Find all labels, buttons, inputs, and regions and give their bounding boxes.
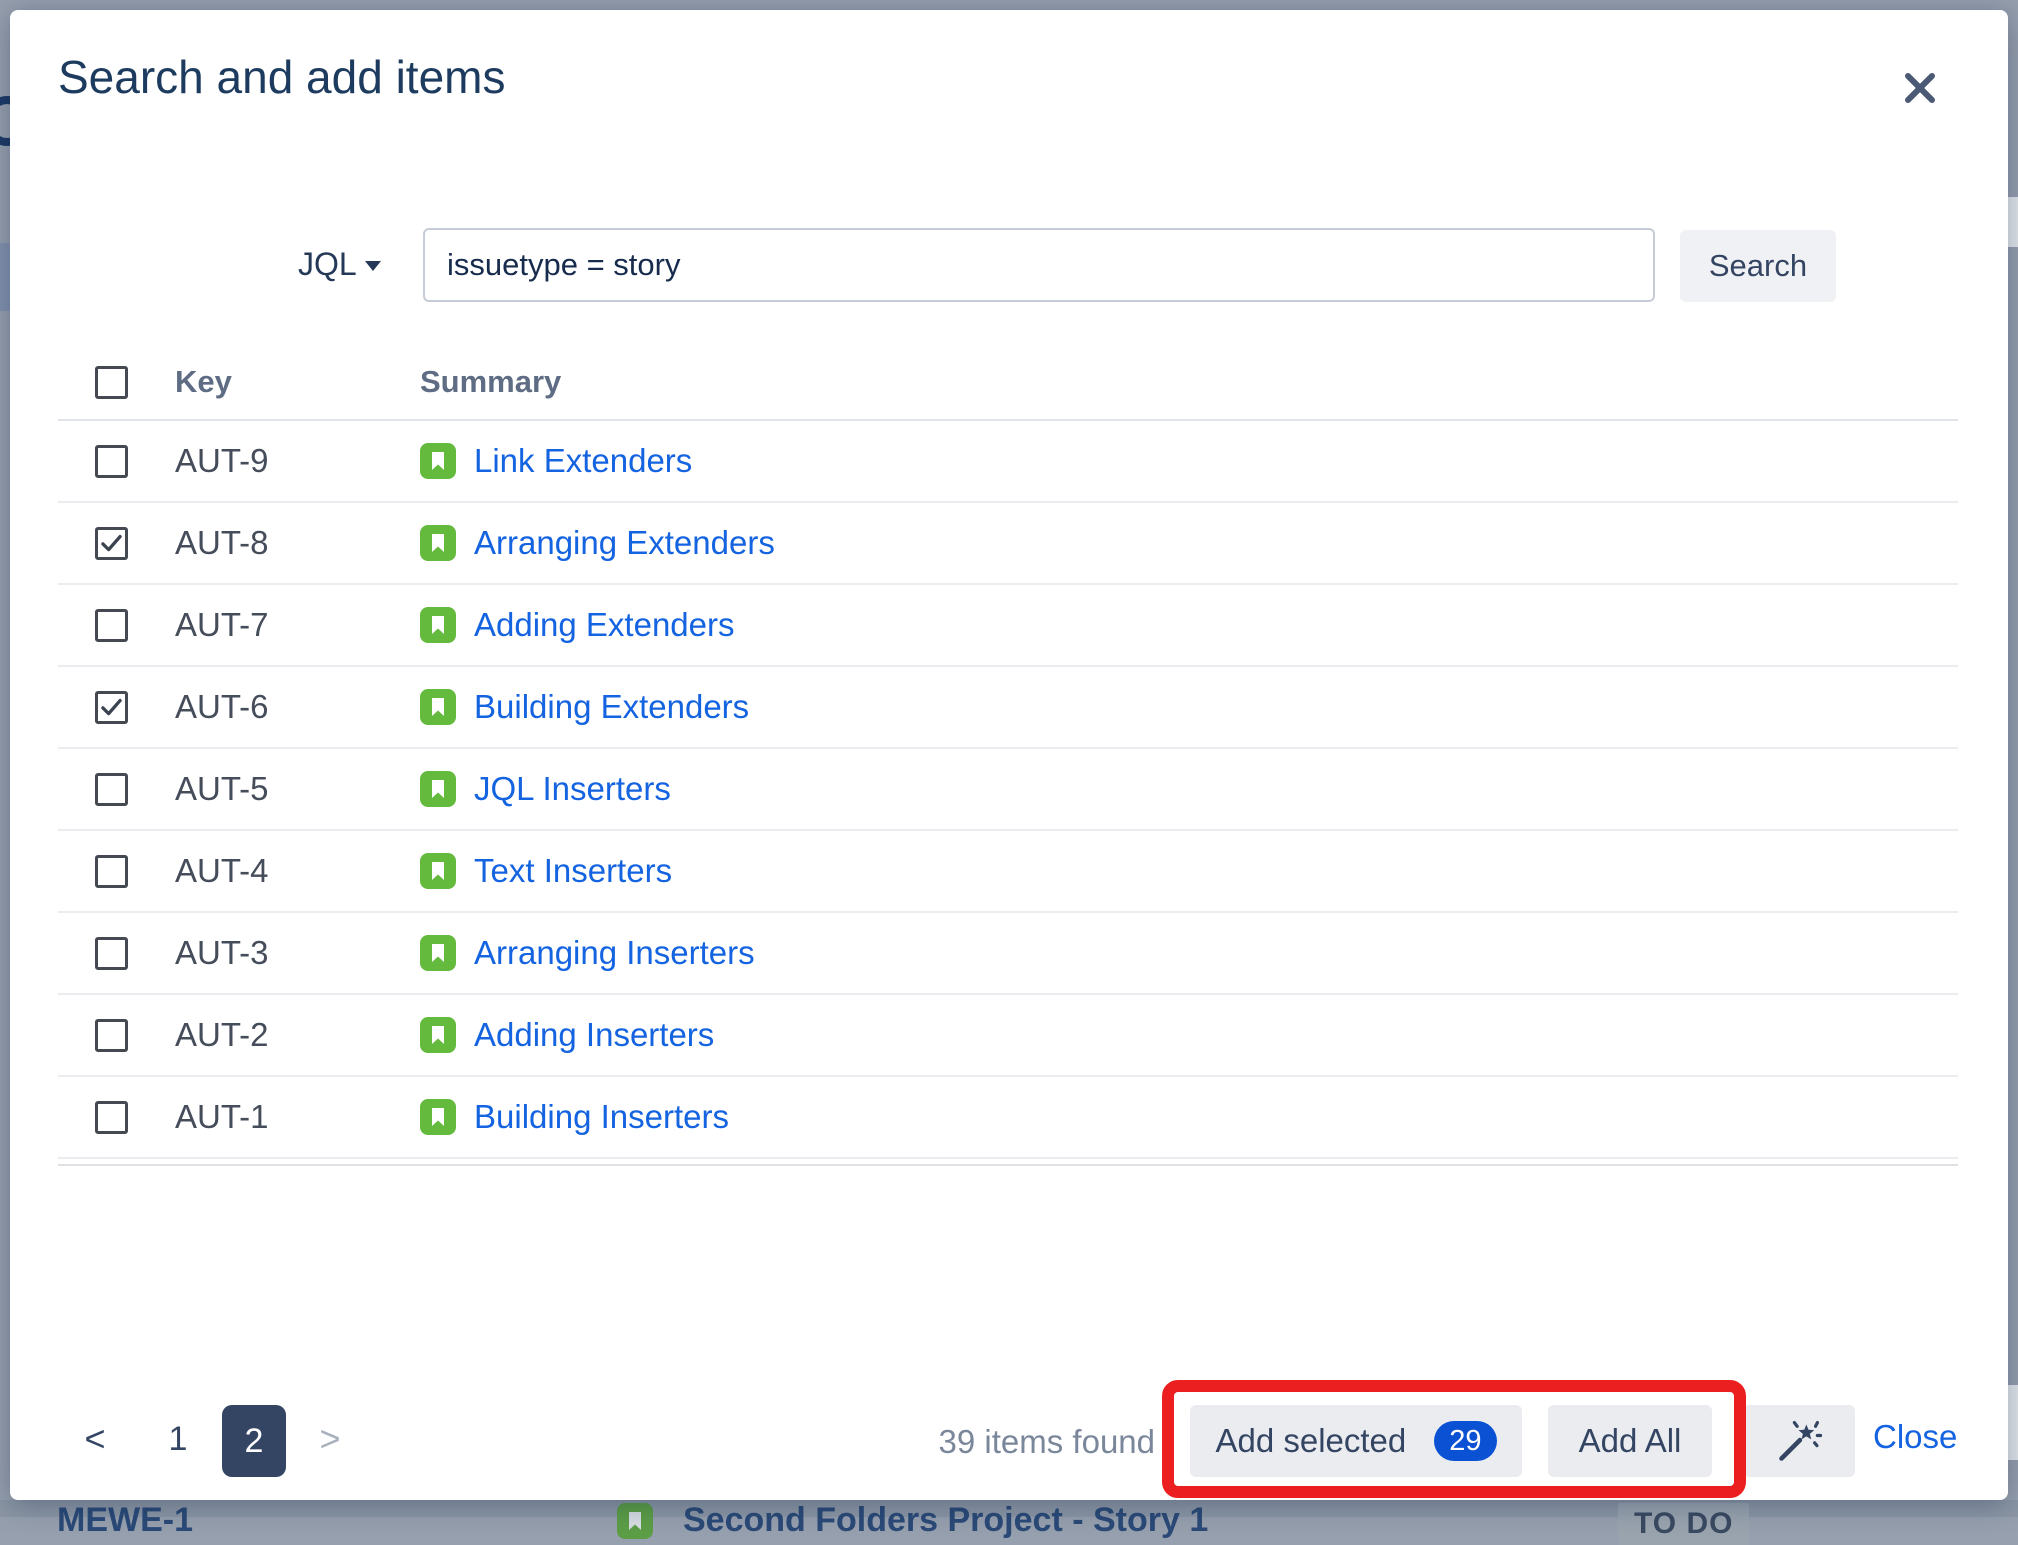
- background-band: [2008, 197, 2018, 247]
- table-end-divider: [58, 1164, 1958, 1166]
- row-checkbox[interactable]: [95, 691, 128, 724]
- story-icon: [420, 1099, 456, 1135]
- items-found-count: 39 items found: [925, 1423, 1155, 1461]
- row-summary-link[interactable]: JQL Inserters: [474, 770, 671, 808]
- chevron-down-icon: [365, 261, 381, 271]
- add-selected-button[interactable]: Add selected 29: [1190, 1405, 1522, 1477]
- search-button[interactable]: Search: [1680, 230, 1836, 302]
- row-key: AUT-8: [175, 524, 420, 562]
- close-icon[interactable]: [1890, 58, 1950, 118]
- column-header-key: Key: [175, 364, 420, 400]
- row-key: AUT-7: [175, 606, 420, 644]
- background-band: [2008, 1385, 2018, 1460]
- row-key: AUT-4: [175, 852, 420, 890]
- status-badge: TO DO: [1618, 1503, 1749, 1545]
- background-issue-key: MEWE-1: [57, 1501, 193, 1540]
- story-icon: [420, 853, 456, 889]
- add-selected-label: Add selected: [1215, 1422, 1406, 1460]
- story-icon: [420, 525, 456, 561]
- search-and-add-items-dialog: Search and add items JQL Search Key Summ…: [10, 10, 2008, 1500]
- dialog-title: Search and add items: [58, 50, 506, 104]
- row-checkbox[interactable]: [95, 1101, 128, 1134]
- selected-count-badge: 29: [1434, 1421, 1496, 1461]
- row-summary-link[interactable]: Link Extenders: [474, 442, 692, 480]
- table-row: AUT-9 Link Extenders: [58, 421, 1958, 503]
- table-row: AUT-4 Text Inserters: [58, 831, 1958, 913]
- row-key: AUT-9: [175, 442, 420, 480]
- results-table-header: Key Summary: [58, 345, 1958, 421]
- table-row: AUT-5 JQL Inserters: [58, 749, 1958, 831]
- row-key: AUT-2: [175, 1016, 420, 1054]
- row-summary-link[interactable]: Text Inserters: [474, 852, 672, 890]
- row-summary-link[interactable]: Arranging Inserters: [474, 934, 755, 972]
- story-icon: [420, 443, 456, 479]
- query-mode-dropdown[interactable]: JQL: [298, 246, 381, 283]
- row-summary-link[interactable]: Adding Inserters: [474, 1016, 714, 1054]
- pagination-next[interactable]: >: [310, 1418, 350, 1460]
- background-issue-summary: Second Folders Project - Story 1: [683, 1501, 1208, 1540]
- table-row: AUT-6 Building Extenders: [58, 667, 1958, 749]
- row-checkbox[interactable]: [95, 937, 128, 970]
- row-checkbox[interactable]: [95, 773, 128, 806]
- story-icon: [420, 1017, 456, 1053]
- magic-wand-button[interactable]: [1743, 1405, 1855, 1477]
- row-key: AUT-1: [175, 1098, 420, 1136]
- table-row: AUT-3 Arranging Inserters: [58, 913, 1958, 995]
- story-icon: [420, 607, 456, 643]
- pagination-prev[interactable]: <: [75, 1418, 115, 1460]
- row-key: AUT-3: [175, 934, 420, 972]
- results-table: Key Summary AUT-9 Link Extenders AUT-8 A…: [58, 345, 1958, 1166]
- story-icon: [420, 689, 456, 725]
- row-summary-link[interactable]: Building Extenders: [474, 688, 749, 726]
- close-link[interactable]: Close: [1873, 1418, 1957, 1456]
- row-checkbox[interactable]: [95, 445, 128, 478]
- column-header-summary: Summary: [420, 364, 1958, 400]
- row-checkbox[interactable]: [95, 527, 128, 560]
- results-table-body: AUT-9 Link Extenders AUT-8 Arranging Ext…: [58, 421, 1958, 1159]
- background-band: [0, 243, 10, 311]
- row-key: AUT-6: [175, 688, 420, 726]
- row-summary-link[interactable]: Building Inserters: [474, 1098, 729, 1136]
- table-row: AUT-7 Adding Extenders: [58, 585, 1958, 667]
- table-row: AUT-8 Arranging Extenders: [58, 503, 1958, 585]
- row-key: AUT-5: [175, 770, 420, 808]
- table-row: AUT-2 Adding Inserters: [58, 995, 1958, 1077]
- row-checkbox[interactable]: [95, 1019, 128, 1052]
- table-row: AUT-1 Building Inserters: [58, 1077, 1958, 1159]
- story-icon: [420, 935, 456, 971]
- pagination-page-2-current[interactable]: 2: [222, 1405, 286, 1477]
- row-checkbox[interactable]: [95, 609, 128, 642]
- select-all-checkbox[interactable]: [95, 366, 128, 399]
- magic-wand-icon: [1776, 1418, 1822, 1464]
- add-all-button[interactable]: Add All: [1548, 1405, 1712, 1477]
- story-icon: [420, 771, 456, 807]
- jql-query-input[interactable]: [423, 228, 1655, 302]
- story-icon: [617, 1503, 653, 1544]
- row-summary-link[interactable]: Adding Extenders: [474, 606, 735, 644]
- row-summary-link[interactable]: Arranging Extenders: [474, 524, 775, 562]
- pagination-page-1[interactable]: 1: [153, 1420, 203, 1459]
- row-checkbox[interactable]: [95, 855, 128, 888]
